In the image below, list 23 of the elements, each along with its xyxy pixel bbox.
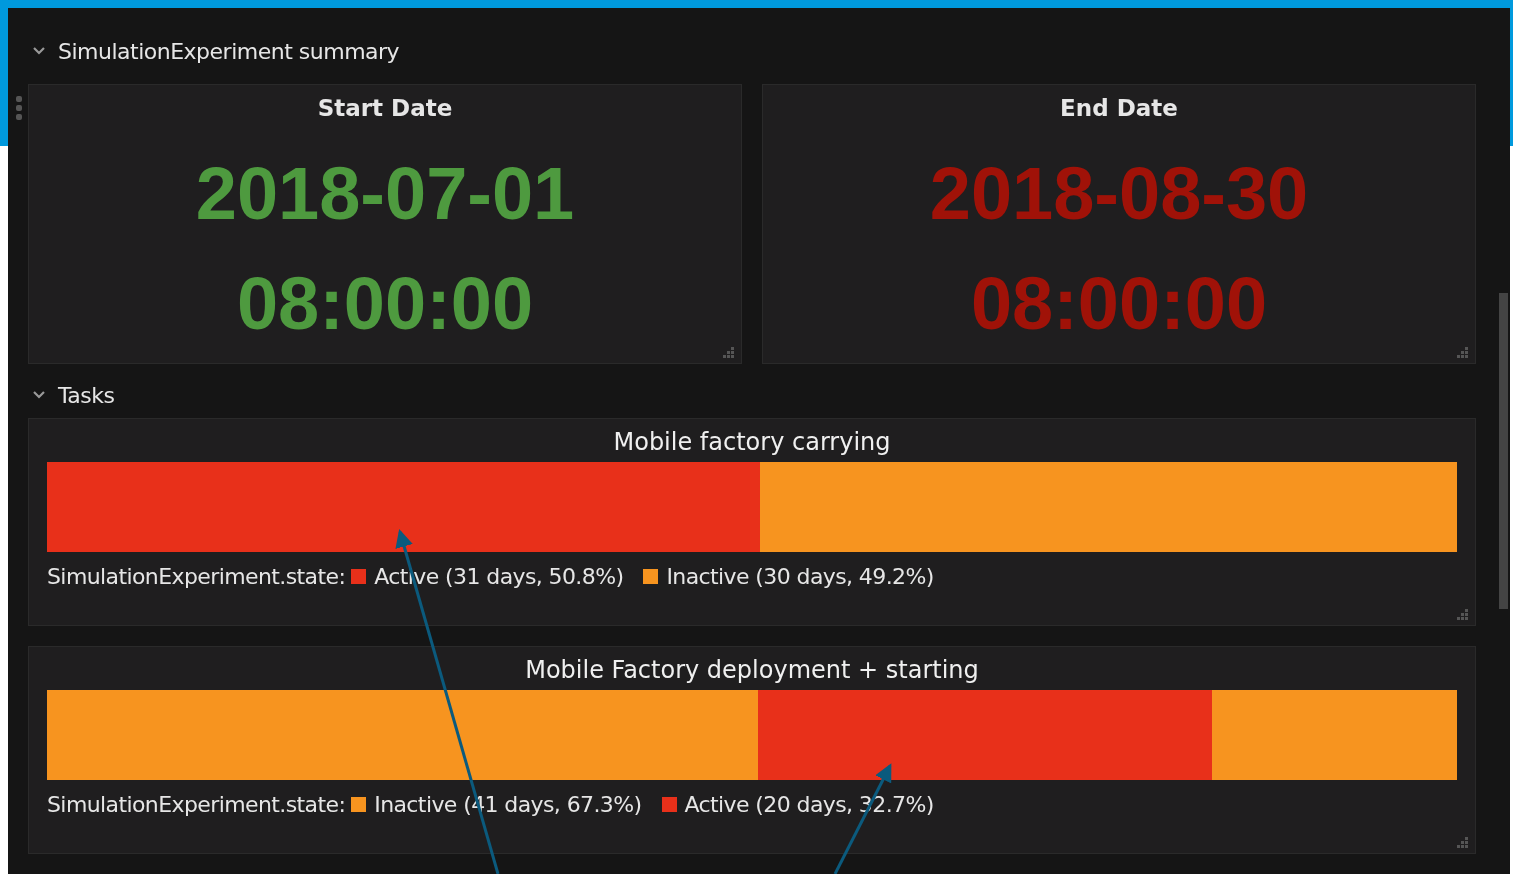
legend-text: Active (31 days, 50.8%) bbox=[374, 564, 624, 589]
resize-grip-icon[interactable] bbox=[1455, 345, 1469, 359]
time-value: 08:00:00 bbox=[970, 261, 1268, 347]
section-title: Tasks bbox=[58, 382, 115, 408]
chevron-icon[interactable] bbox=[32, 46, 46, 56]
chevron-icon[interactable] bbox=[32, 390, 46, 400]
resize-grip-icon[interactable] bbox=[1455, 835, 1469, 849]
task-title: Mobile Factory deployment + starting bbox=[525, 655, 979, 686]
legend-text: Inactive (30 days, 49.2%) bbox=[666, 564, 934, 589]
task-title: Mobile factory carrying bbox=[613, 427, 891, 458]
time-value: 08:00:00 bbox=[236, 261, 534, 347]
legend-label: SimulationExperiment.state: bbox=[47, 792, 346, 817]
resize-grip-icon[interactable] bbox=[1455, 607, 1469, 621]
card-label: End Date bbox=[1060, 95, 1178, 121]
resize-grip-icon[interactable] bbox=[721, 345, 735, 359]
scrollbar[interactable] bbox=[1499, 293, 1508, 609]
drag-handle-icon[interactable] bbox=[16, 94, 22, 122]
date-value: 2018-08-30 bbox=[929, 151, 1309, 237]
date-value: 2018-07-01 bbox=[195, 151, 575, 237]
card-label: Start Date bbox=[317, 95, 453, 121]
section-title: SimulationExperiment summary bbox=[58, 38, 400, 64]
legend-text: Active (20 days, 32.7%) bbox=[684, 792, 934, 817]
legend-label: SimulationExperiment.state: bbox=[47, 564, 346, 589]
